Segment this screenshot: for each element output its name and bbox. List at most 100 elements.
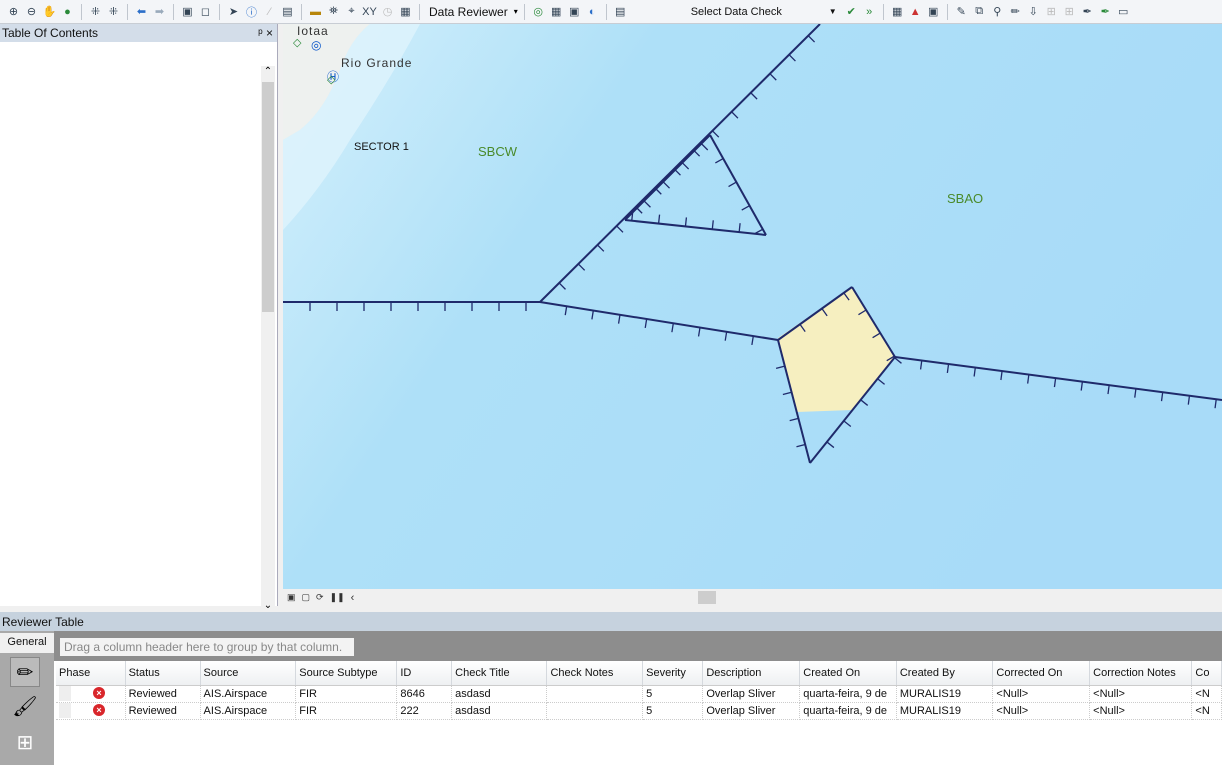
data-view-icon[interactable]: ▢ [302, 592, 311, 603]
toc-scrollbar[interactable]: ⌃ ⌄ [261, 66, 275, 611]
column-header[interactable]: Created On [799, 661, 897, 686]
validate-icon[interactable]: ▲ [908, 4, 923, 19]
table-row[interactable]: × Reviewed AIS.Airspace FIR 8646 asdasd 5 Overl… [56, 685, 1222, 703]
column-header[interactable]: Correction Notes [1089, 661, 1193, 686]
waypoint-icon: ◇ [293, 37, 302, 49]
fixed-zoom-out-icon[interactable]: ⁜ [106, 4, 121, 19]
table-row[interactable]: × Reviewed AIS.Airspace FIR 222 asdasd 5 Overla… [56, 702, 1222, 720]
table-cell: MURALIS19 [896, 702, 994, 720]
reviewer-table-icon[interactable]: ▦ [549, 4, 564, 19]
table-cell: <Null> [1089, 702, 1193, 720]
back-icon[interactable]: ⬅ [134, 4, 149, 19]
column-header[interactable]: Check Notes [546, 661, 644, 686]
scroll-down-icon[interactable]: ⌄ [261, 600, 275, 611]
select-data-check-dropdown[interactable]: Select Data Check ▼ [631, 3, 841, 21]
row-selector[interactable] [59, 703, 71, 718]
pin-icon[interactable]: ᵖ [258, 26, 263, 40]
trace-icon[interactable]: ⚲ [990, 4, 1005, 19]
column-header[interactable]: Check Title [451, 661, 548, 686]
map-status-bar: ▣ ▢ ⟳ ❚❚ ‹ [283, 589, 1222, 606]
table-cell: Overlap Sliver [702, 685, 801, 703]
column-header[interactable]: Source [200, 661, 297, 686]
table-cell: 5 [642, 702, 704, 720]
results-icon[interactable]: ▣ [926, 4, 941, 19]
table-cell: quarta-feira, 9 de [799, 702, 897, 720]
pause-icon[interactable]: ❚❚ [330, 592, 345, 603]
edit-tool-icon[interactable]: ✎ [954, 4, 969, 19]
table-cell: 8646 [396, 685, 453, 703]
error-status-icon: × [93, 704, 105, 717]
column-header[interactable]: Corrected On [992, 661, 1091, 686]
fixed-zoom-in-icon[interactable]: ⁜ [88, 4, 103, 19]
close-icon[interactable]: × [266, 26, 273, 40]
viewer-window-icon[interactable]: ▦ [398, 4, 413, 19]
airport-icon: ◎ [311, 38, 322, 52]
browse-features-icon[interactable]: ▣ [567, 4, 582, 19]
table-of-contents-panel: Table Of Contents ᵖ × ⌃ ⌄ [0, 24, 278, 611]
column-header[interactable]: Description [702, 661, 801, 686]
go-to-xy-icon[interactable]: XY [362, 4, 377, 19]
reviewer-session-icon[interactable]: ◎ [531, 4, 546, 19]
run-batch-icon[interactable]: » [862, 4, 877, 19]
sector-label: SECTOR 1 [354, 141, 409, 153]
split-icon[interactable]: ⊞ [1044, 4, 1059, 19]
refresh-icon[interactable]: ⟳ [316, 592, 324, 603]
column-header[interactable]: Co [1191, 661, 1222, 686]
scroll-left-icon[interactable]: ‹ [351, 592, 355, 604]
merge-icon[interactable]: ⊞ [1062, 4, 1077, 19]
grid-icon[interactable]: ⊞ [10, 727, 40, 757]
scroll-thumb[interactable] [262, 82, 274, 312]
scroll-up-icon[interactable]: ⌃ [261, 66, 275, 77]
monitor-icon[interactable]: ▭ [1116, 4, 1131, 19]
find-route-icon[interactable]: ⌖ [344, 4, 359, 19]
reviewer-overview-icon[interactable]: ◐ [585, 4, 600, 19]
map-hscroll-thumb[interactable] [698, 591, 716, 604]
pen-green-icon[interactable]: ✒ [1098, 4, 1113, 19]
forward-icon[interactable]: ➡ [152, 4, 167, 19]
batch-job-icon[interactable]: ▦ [890, 4, 905, 19]
data-reviewer-menu[interactable]: Data Reviewer [426, 5, 511, 19]
data-check-properties-icon[interactable]: ▤ [613, 4, 628, 19]
table-cell: <N [1191, 702, 1222, 720]
place-label: Iotaa [297, 24, 329, 38]
column-header[interactable]: ID [396, 661, 453, 686]
find-icon[interactable]: ⛯ [326, 4, 341, 19]
select-features-icon[interactable]: ▣ [180, 4, 195, 19]
column-header[interactable]: Status [125, 661, 201, 686]
full-extent-icon[interactable]: ● [60, 4, 75, 19]
pen-icon[interactable]: ✒ [1080, 4, 1095, 19]
run-check-icon[interactable]: ✔ [844, 4, 859, 19]
column-header[interactable]: Severity [642, 661, 704, 686]
table-cell: FIR [295, 685, 398, 703]
table-cell [546, 702, 644, 720]
table-cell: MURALIS19 [896, 685, 994, 703]
table-cell [546, 685, 644, 703]
error-status-icon: × [93, 687, 105, 700]
layout-view-icon[interactable]: ▣ [287, 592, 296, 603]
chevron-down-icon: ▼ [828, 7, 837, 16]
pencil-icon[interactable]: ✏ [10, 657, 40, 687]
zoom-out-icon[interactable]: ⊖ [24, 4, 39, 19]
brush-icon[interactable]: 🖌 [10, 691, 40, 721]
row-selector[interactable] [59, 686, 71, 701]
pan-icon[interactable]: ✋ [42, 4, 57, 19]
html-popup-icon[interactable]: ▤ [280, 4, 295, 19]
hyperlink-icon[interactable]: ⁄ [262, 4, 277, 19]
commit-icon[interactable]: ⇩ [1026, 4, 1041, 19]
measure-icon[interactable]: ▬ [308, 4, 323, 19]
table-cell: 222 [396, 702, 453, 720]
map-view[interactable]: Iotaa ◎ ◇ Ⓗ ◇ Rio Grande SECTOR 1 SBCW S… [283, 24, 1222, 589]
time-slider-icon[interactable]: ◷ [380, 4, 395, 19]
sketch-icon[interactable]: ✏ [1008, 4, 1023, 19]
select-elements-icon[interactable]: ➤ [226, 4, 241, 19]
table-cell: AIS.Airspace [200, 685, 297, 703]
clear-selection-icon[interactable]: ◻ [198, 4, 213, 19]
column-header[interactable]: Created By [896, 661, 994, 686]
copy-features-icon[interactable]: ⧉ [972, 4, 987, 19]
tab-general[interactable]: General [0, 633, 54, 653]
group-by-area[interactable]: Drag a column header here to group by th… [60, 638, 354, 656]
identify-icon[interactable]: ⓘ [244, 4, 259, 19]
column-header[interactable]: Source Subtype [295, 661, 398, 686]
column-header[interactable]: Phase [56, 661, 126, 686]
zoom-in-icon[interactable]: ⊕ [6, 4, 21, 19]
